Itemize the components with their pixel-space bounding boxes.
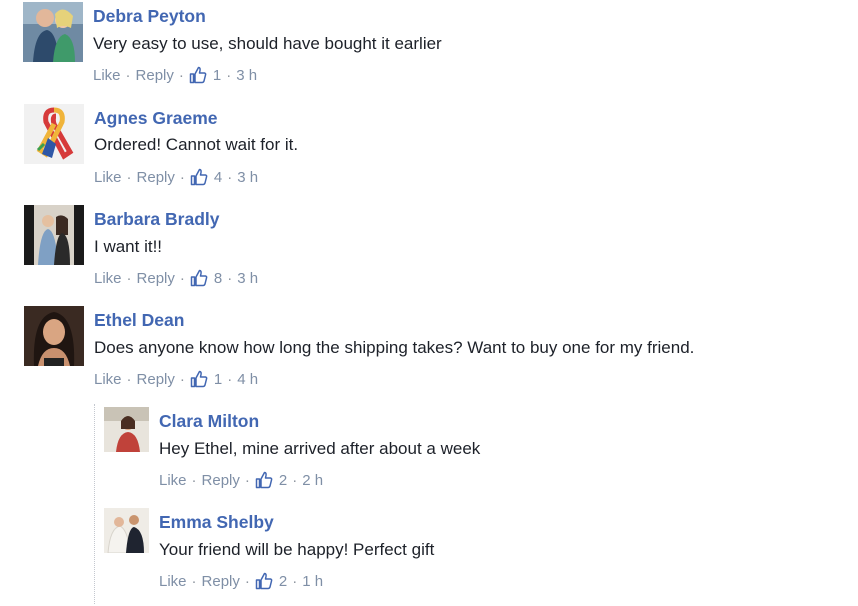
comment-text: Your friend will be happy! Perfect gift xyxy=(159,540,435,559)
thumbs-up-icon xyxy=(189,66,207,84)
separator: · xyxy=(191,572,197,590)
avatar-agnes-graeme[interactable] xyxy=(24,104,84,164)
commenter-name[interactable]: Barbara Bradly xyxy=(94,209,219,230)
thumbs-up-icon xyxy=(190,269,208,287)
like-link[interactable]: Like xyxy=(93,67,121,84)
reply-link[interactable]: Reply xyxy=(137,169,175,186)
separator: · xyxy=(125,66,131,84)
commenter-name[interactable]: Clara Milton xyxy=(159,411,259,432)
comment-text: Ordered! Cannot wait for it. xyxy=(94,135,299,154)
comment-text: Very easy to use, should have bought it … xyxy=(93,34,442,53)
reply-link[interactable]: Reply xyxy=(202,573,240,590)
timestamp[interactable]: 1 h xyxy=(302,573,323,590)
separator: · xyxy=(179,370,185,388)
like-link[interactable]: Like xyxy=(94,270,122,287)
comment-actions: Like · Reply · 2 · 2 h xyxy=(159,471,323,489)
separator: · xyxy=(292,471,298,489)
reply-link[interactable]: Reply xyxy=(137,270,175,287)
separator: · xyxy=(226,66,232,84)
comment-actions: Like · Reply · 4 · 3 h xyxy=(94,168,258,186)
separator: · xyxy=(244,471,250,489)
avatar-ethel-dean[interactable] xyxy=(24,306,84,366)
separator: · xyxy=(292,572,298,590)
reply-link[interactable]: Reply xyxy=(202,472,240,489)
like-link[interactable]: Like xyxy=(94,371,122,388)
thumbs-up-icon xyxy=(255,572,273,590)
commenter-name[interactable]: Agnes Graeme xyxy=(94,108,218,129)
timestamp[interactable]: 3 h xyxy=(237,169,258,186)
comment-actions: Like · Reply · 1 · 4 h xyxy=(94,370,258,388)
like-count[interactable]: 2 xyxy=(279,472,287,489)
reply-link[interactable]: Reply xyxy=(137,371,175,388)
like-count[interactable]: 8 xyxy=(214,270,222,287)
separator: · xyxy=(179,269,185,287)
separator: · xyxy=(126,269,132,287)
like-link[interactable]: Like xyxy=(159,573,187,590)
avatar-debra-peyton[interactable] xyxy=(23,2,83,62)
like-link[interactable]: Like xyxy=(94,169,122,186)
separator: · xyxy=(227,269,233,287)
thumbs-up-icon xyxy=(255,471,273,489)
avatar-barbara-bradly[interactable] xyxy=(24,205,84,265)
avatar-emma-shelby[interactable] xyxy=(104,508,149,553)
separator: · xyxy=(178,66,184,84)
commenter-name[interactable]: Ethel Dean xyxy=(94,310,184,331)
commenter-name[interactable]: Debra Peyton xyxy=(93,6,206,27)
like-count[interactable]: 2 xyxy=(279,573,287,590)
comment-actions: Like · Reply · 8 · 3 h xyxy=(94,269,258,287)
timestamp[interactable]: 2 h xyxy=(302,472,323,489)
reply-link[interactable]: Reply xyxy=(136,67,174,84)
timestamp[interactable]: 4 h xyxy=(237,371,258,388)
like-link[interactable]: Like xyxy=(159,472,187,489)
comment-actions: Like · Reply · 2 · 1 h xyxy=(159,572,323,590)
avatar-clara-milton[interactable] xyxy=(104,407,149,452)
comment-actions: Like · Reply · 1 · 3 h xyxy=(93,66,257,84)
separator: · xyxy=(227,168,233,186)
separator: · xyxy=(179,168,185,186)
thumbs-up-icon xyxy=(190,168,208,186)
commenter-name[interactable]: Emma Shelby xyxy=(159,512,274,533)
separator: · xyxy=(227,370,233,388)
comment-text: Hey Ethel, mine arrived after about a we… xyxy=(159,439,481,458)
like-count[interactable]: 4 xyxy=(214,169,222,186)
thumbs-up-icon xyxy=(190,370,208,388)
comment-text: Does anyone know how long the shipping t… xyxy=(94,338,695,357)
like-count[interactable]: 1 xyxy=(214,371,222,388)
separator: · xyxy=(191,471,197,489)
comment-text: I want it!! xyxy=(94,237,163,256)
separator: · xyxy=(126,370,132,388)
separator: · xyxy=(244,572,250,590)
separator: · xyxy=(126,168,132,186)
timestamp[interactable]: 3 h xyxy=(237,270,258,287)
timestamp[interactable]: 3 h xyxy=(236,67,257,84)
reply-thread-line xyxy=(94,404,95,604)
like-count[interactable]: 1 xyxy=(213,67,221,84)
